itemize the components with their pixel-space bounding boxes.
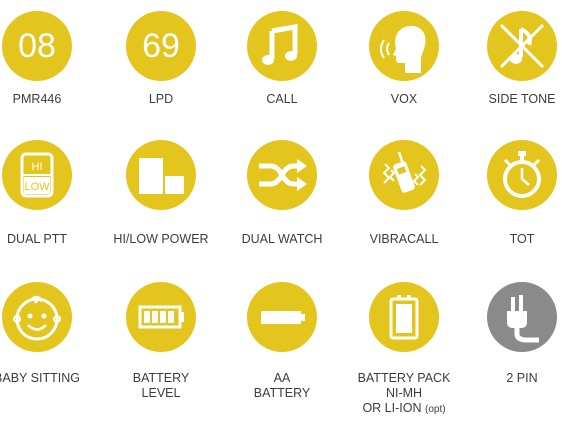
hi-low-switch-icon: HI LOW [2,140,72,210]
battery-pack-icon [369,282,439,352]
feature-label-line2: BATTERY [253,386,311,400]
voice-head-icon [369,11,439,81]
feature-label: DUAL WATCH [241,232,323,246]
feature-label-line2: LEVEL [141,386,181,400]
music-note-icon [247,11,317,81]
feature-label-line1: BATTERY [132,371,190,385]
aa-battery-icon [247,282,317,352]
feature-label: VOX [390,92,418,106]
feature-label: DUAL PTT [7,232,67,246]
feature-label: 2 PIN [506,371,538,385]
shuffle-arrows-icon [247,140,317,210]
number-08-icon: 08 [2,11,72,81]
feature-label: LPD [148,92,174,106]
svg-text:LOW: LOW [24,181,50,193]
feature-label: VIBRACALL [369,232,439,246]
vibrating-radio-icon [369,140,439,210]
feature-label: HI/LOW POWER [113,232,209,246]
optional-note: (opt) [424,404,446,415]
two-pin-plug-icon [487,282,557,352]
feature-label: CALL [266,92,298,106]
feature-label-line1: BATTERY PACK [357,371,451,385]
svg-text:HI: HI [32,161,43,173]
number-69-icon: 69 [126,11,196,81]
feature-label: BABY SITTING [0,371,80,385]
battery-level-icon [126,282,196,352]
baby-face-icon [2,282,72,352]
muted-note-icon [487,11,557,81]
power-level-icon [126,140,196,210]
feature-label-line3: OR LI-ION (opt) [362,401,446,415]
stopwatch-icon [487,140,557,210]
feature-label: PMR446 [12,92,62,106]
feature-label: TOT [509,232,535,246]
feature-label-line1: AA [273,371,291,385]
feature-label: SIDE TONE [488,92,556,106]
feature-label-line2: NI-MH [385,386,423,400]
